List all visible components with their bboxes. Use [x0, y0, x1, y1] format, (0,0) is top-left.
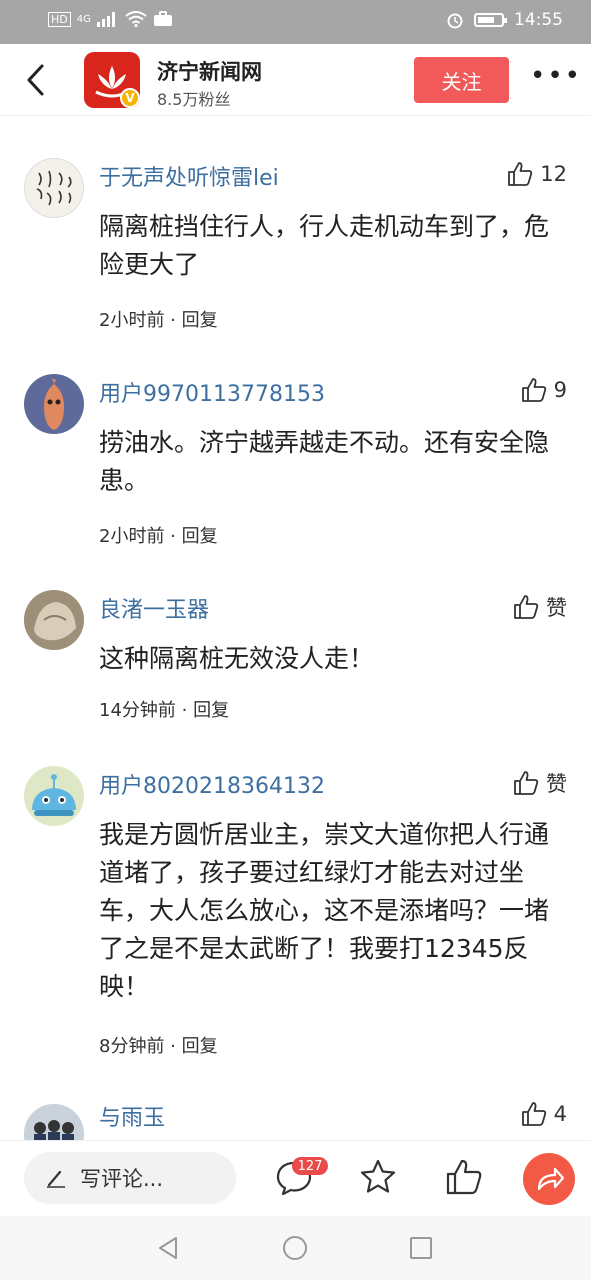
status-bar: HD 4G 14:55 [0, 0, 591, 44]
reply-link[interactable]: 回复 [182, 310, 218, 331]
thumbs-up-icon [514, 771, 539, 795]
comment-count-badge: 127 [292, 1157, 328, 1175]
avatar[interactable] [24, 1104, 84, 1140]
meta-separator: · [164, 1036, 182, 1057]
like-button[interactable]: 赞 [512, 592, 567, 622]
group-photo-avatar-icon [24, 1104, 84, 1140]
verified-badge: V [120, 88, 140, 108]
comment-text: 我是方圆忻居业主，崇文大道你把人行通道堵了，孩子要过红绿灯才能去对过坐车，大人怎… [99, 820, 550, 1001]
comment-time: 2小时前 [99, 526, 165, 547]
comment-item: 与雨玉 4 [0, 1096, 591, 1140]
write-comment-placeholder: 写评论... [80, 1167, 164, 1191]
like-count: 赞 [546, 772, 567, 796]
comment-time: 14分钟前 [99, 700, 176, 721]
follow-button[interactable]: 关注 [414, 57, 509, 103]
status-right: 14:55 [446, 10, 563, 30]
avatar[interactable] [24, 766, 84, 826]
avatar[interactable] [24, 374, 84, 434]
comment-text: 捞油水。济宁越弄越走不动。还有安全隐患。 [99, 428, 550, 495]
reply-link[interactable]: 回复 [182, 526, 218, 547]
comment-meta: 2小时前 · 回复 [99, 306, 218, 332]
thumbs-up-icon [514, 595, 539, 619]
star-icon[interactable] [358, 1157, 398, 1197]
article-header: V 济宁新闻网 8.5万粉丝 关注 ••• [0, 44, 591, 116]
write-comment-input[interactable]: 写评论... [24, 1152, 236, 1204]
comment-username[interactable]: 于无声处听惊雷lei [99, 160, 279, 192]
comment-username[interactable]: 用户9970113778153 [99, 376, 325, 408]
pencil-icon [47, 1170, 65, 1188]
like-count: 9 [553, 378, 567, 402]
share-button[interactable] [523, 1153, 575, 1205]
account-name[interactable]: 济宁新闻网 [157, 56, 262, 86]
meta-separator: · [175, 700, 194, 721]
comment-meta: 14分钟前 · 回复 [99, 696, 229, 722]
like-button[interactable]: 12 [506, 160, 567, 188]
comment-text: 隔离桩挡住行人，行人走机动车到了，危险更大了 [99, 212, 550, 279]
comment-time: 2小时前 [99, 310, 165, 331]
nav-back-icon[interactable] [154, 1234, 182, 1262]
bottom-action-bar: 写评论... 127 [0, 1140, 591, 1216]
thumbs-up-icon [508, 162, 533, 186]
comment-username[interactable]: 与雨玉 [99, 1100, 165, 1132]
battery-icon [474, 13, 507, 27]
avatar[interactable] [24, 158, 84, 218]
system-nav-bar [0, 1216, 591, 1280]
thumbs-up-icon [521, 1102, 546, 1126]
comment-meta: 2小时前 · 回复 [99, 522, 218, 548]
nav-recents-icon[interactable] [407, 1234, 435, 1262]
status-left: HD 4G [48, 11, 173, 27]
alarm-icon [447, 13, 463, 29]
briefcase-icon [153, 11, 172, 26]
calligraphy-avatar-icon [36, 170, 72, 206]
cartoon-avatar-icon [44, 378, 64, 430]
signal-icon [96, 12, 115, 27]
reply-link[interactable]: 回复 [182, 1036, 218, 1057]
clock: 14:55 [514, 10, 563, 30]
comment-username[interactable]: 用户8020218364132 [99, 768, 325, 800]
meta-separator: · [164, 310, 182, 331]
comment-time: 8分钟前 [99, 1036, 165, 1057]
like-count: 12 [540, 162, 567, 186]
nav-home-icon[interactable] [281, 1234, 309, 1262]
share-arrow-icon [537, 1167, 565, 1191]
avatar[interactable] [24, 590, 84, 650]
like-button[interactable]: 赞 [512, 768, 567, 798]
meta-separator: · [164, 526, 182, 547]
robot-avatar-icon [32, 774, 76, 816]
thumbs-up-icon[interactable] [444, 1157, 484, 1197]
comment-username[interactable]: 良渚一玉器 [99, 592, 209, 624]
like-count: 4 [553, 1102, 567, 1126]
back-arrow-icon[interactable] [20, 62, 52, 98]
network-type: 4G [76, 13, 91, 25]
hd-indicator: HD [48, 11, 71, 27]
fans-count: 8.5万粉丝 [157, 90, 231, 109]
wifi-icon [125, 11, 147, 27]
jade-artifact-avatar-icon [24, 590, 84, 650]
like-button[interactable]: 4 [520, 1100, 567, 1128]
like-count: 赞 [546, 596, 567, 620]
more-options-button[interactable]: ••• [530, 63, 580, 94]
like-button[interactable]: 9 [520, 376, 567, 404]
comment-meta: 8分钟前 · 回复 [99, 1032, 218, 1058]
comment-text: 这种隔离桩无效没人走！ [99, 644, 375, 673]
thumbs-up-icon [521, 378, 546, 402]
reply-link[interactable]: 回复 [193, 700, 229, 721]
